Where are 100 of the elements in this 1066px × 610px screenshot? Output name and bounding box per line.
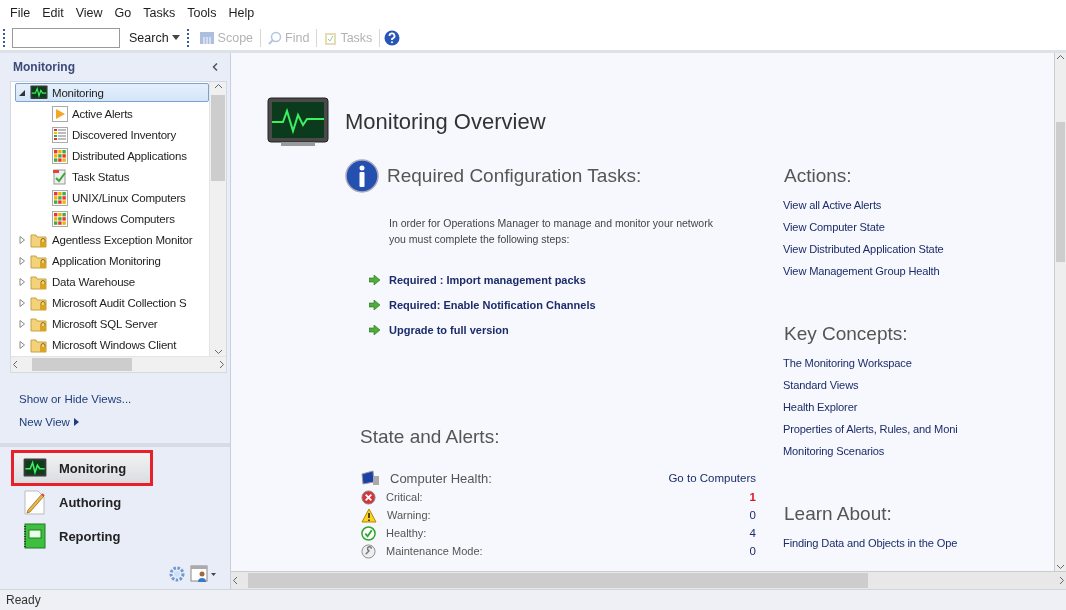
section-heading: Key Concepts:	[784, 323, 909, 345]
clipboard-icon	[324, 31, 338, 45]
tree-item[interactable]: Discovered Inventory	[37, 125, 209, 144]
tree-item[interactable]: Microsoft SQL Server	[15, 314, 209, 333]
window-person-icon[interactable]	[190, 565, 216, 583]
menu-item[interactable]: Help	[228, 6, 255, 20]
gear-icon[interactable]	[168, 565, 186, 583]
chevron-up-icon[interactable]	[1056, 53, 1065, 62]
state-count: 1	[749, 491, 756, 503]
check-icon	[361, 525, 376, 541]
tree-item[interactable]: UNIX/Linux Computers	[37, 188, 209, 207]
help-link[interactable]: Health Explorer	[783, 401, 858, 423]
menu-item[interactable]: Go	[114, 6, 132, 20]
locked-folder-icon	[30, 252, 48, 269]
collapsed-arrow-icon[interactable]	[18, 340, 26, 349]
error-icon	[361, 489, 376, 505]
help-link[interactable]: View Distributed Application State	[783, 243, 944, 265]
collapse-icon[interactable]	[212, 63, 218, 71]
task-link[interactable]: Upgrade to full version	[369, 317, 509, 342]
tree-item[interactable]: Distributed Applications	[37, 146, 209, 165]
section-heading: Actions:	[784, 165, 853, 187]
workspace-button[interactable]: Monitoring	[12, 451, 152, 485]
menu-item[interactable]: Tasks	[143, 6, 176, 20]
state-label: Critical:	[386, 491, 424, 503]
workspace-button[interactable]: Reporting	[12, 519, 220, 553]
horizontal-scrollbar[interactable]	[11, 356, 226, 372]
chevron-left-icon[interactable]	[231, 576, 240, 585]
locked-folder-icon	[30, 336, 48, 353]
help-link[interactable]: The Monitoring Workspace	[783, 357, 912, 379]
grid-icon	[52, 210, 68, 227]
chevron-right-icon[interactable]	[217, 360, 226, 369]
section-heading: State and Alerts:	[360, 426, 501, 448]
tree-item[interactable]: Active Alerts	[37, 104, 209, 123]
alert-icon	[52, 105, 68, 122]
workspace-button[interactable]: Authoring	[12, 485, 220, 519]
locked-folder-icon	[30, 315, 48, 332]
tree-item[interactable]: Application Monitoring	[15, 251, 209, 270]
menu-item[interactable]: Tools	[187, 6, 217, 20]
tree-item[interactable]: Microsoft Windows Client	[15, 335, 209, 354]
search-button[interactable]: Search	[126, 31, 183, 45]
task-link[interactable]: Required : Import management packs	[369, 267, 586, 292]
table-icon	[52, 126, 68, 143]
help-link[interactable]: Properties of Alerts, Rules, and Moni	[783, 423, 958, 445]
pencil-paper-icon	[23, 489, 47, 515]
state-label: Healthy:	[386, 527, 428, 539]
arrow-icon	[369, 274, 380, 285]
monitor-icon	[23, 458, 47, 478]
search-field[interactable]	[12, 28, 120, 48]
dropdown-caret-icon	[171, 35, 180, 41]
grid-icon	[52, 147, 68, 164]
go-to-computers-link[interactable]: Go to Computers	[668, 472, 756, 484]
pane-link[interactable]: New View	[19, 410, 79, 433]
collapsed-arrow-icon[interactable]	[18, 277, 26, 286]
scrollbar-thumb[interactable]	[1056, 122, 1065, 262]
help-link[interactable]: Monitoring Scenarios	[783, 445, 885, 467]
pane-link[interactable]: Show or Hide Views...	[19, 387, 132, 410]
chevron-left-icon[interactable]	[11, 360, 20, 369]
grid-icon	[52, 189, 68, 206]
tree-item[interactable]: Agentless Exception Monitor	[15, 230, 209, 249]
collapsed-arrow-icon[interactable]	[18, 256, 26, 265]
scrollbar-thumb[interactable]	[248, 573, 868, 588]
group-label: Computer Health:	[390, 470, 493, 486]
collapsed-arrow-icon[interactable]	[18, 235, 26, 244]
tree-item[interactable]: Monitoring	[15, 83, 209, 102]
state-count: 0	[749, 545, 756, 557]
help-link[interactable]: Standard Views	[783, 379, 859, 401]
help-link[interactable]: View Management Group Health	[783, 265, 940, 287]
tree-item[interactable]: Windows Computers	[37, 209, 209, 228]
help-link[interactable]: View all Active Alerts	[783, 199, 882, 221]
state-count: 0	[749, 509, 756, 521]
state-label: Maintenance Mode:	[386, 545, 484, 557]
section-heading: Learn About:	[784, 503, 893, 525]
help-icon[interactable]	[384, 30, 401, 46]
page-title: Monitoring Overview	[345, 109, 546, 135]
collapsed-arrow-icon[interactable]	[18, 298, 26, 307]
scrollbar-thumb[interactable]	[32, 358, 132, 371]
tree-item[interactable]: Microsoft Audit Collection S	[15, 293, 209, 312]
task-link[interactable]: Required: Enable Notification Channels	[369, 292, 596, 317]
vertical-scrollbar[interactable]	[1054, 53, 1066, 571]
scrollbar-thumb[interactable]	[211, 95, 225, 181]
help-link[interactable]: Finding Data and Objects in the Ope	[783, 537, 958, 559]
menu-item[interactable]: File	[10, 6, 31, 20]
chevron-up-icon[interactable]	[213, 82, 223, 91]
horizontal-scrollbar[interactable]	[231, 571, 1066, 589]
arrow-icon	[369, 324, 380, 335]
tree-item[interactable]: Data Warehouse	[15, 272, 209, 291]
collapsed-arrow-icon[interactable]	[18, 319, 26, 328]
chevron-down-icon[interactable]	[1056, 562, 1065, 571]
help-link[interactable]: View Computer State	[783, 221, 885, 243]
tree-item[interactable]: Task Status	[37, 167, 209, 186]
wrench-icon	[361, 543, 376, 559]
info-icon	[345, 159, 379, 193]
chevron-right-icon[interactable]	[1057, 576, 1066, 585]
menu-item[interactable]: View	[75, 6, 103, 20]
arrow-icon	[369, 299, 380, 310]
chevron-down-icon[interactable]	[213, 347, 223, 356]
expanded-arrow-icon[interactable]	[18, 88, 26, 97]
checklist-icon	[52, 168, 68, 185]
vertical-scrollbar[interactable]	[209, 82, 226, 356]
menu-item[interactable]: Edit	[42, 6, 64, 20]
